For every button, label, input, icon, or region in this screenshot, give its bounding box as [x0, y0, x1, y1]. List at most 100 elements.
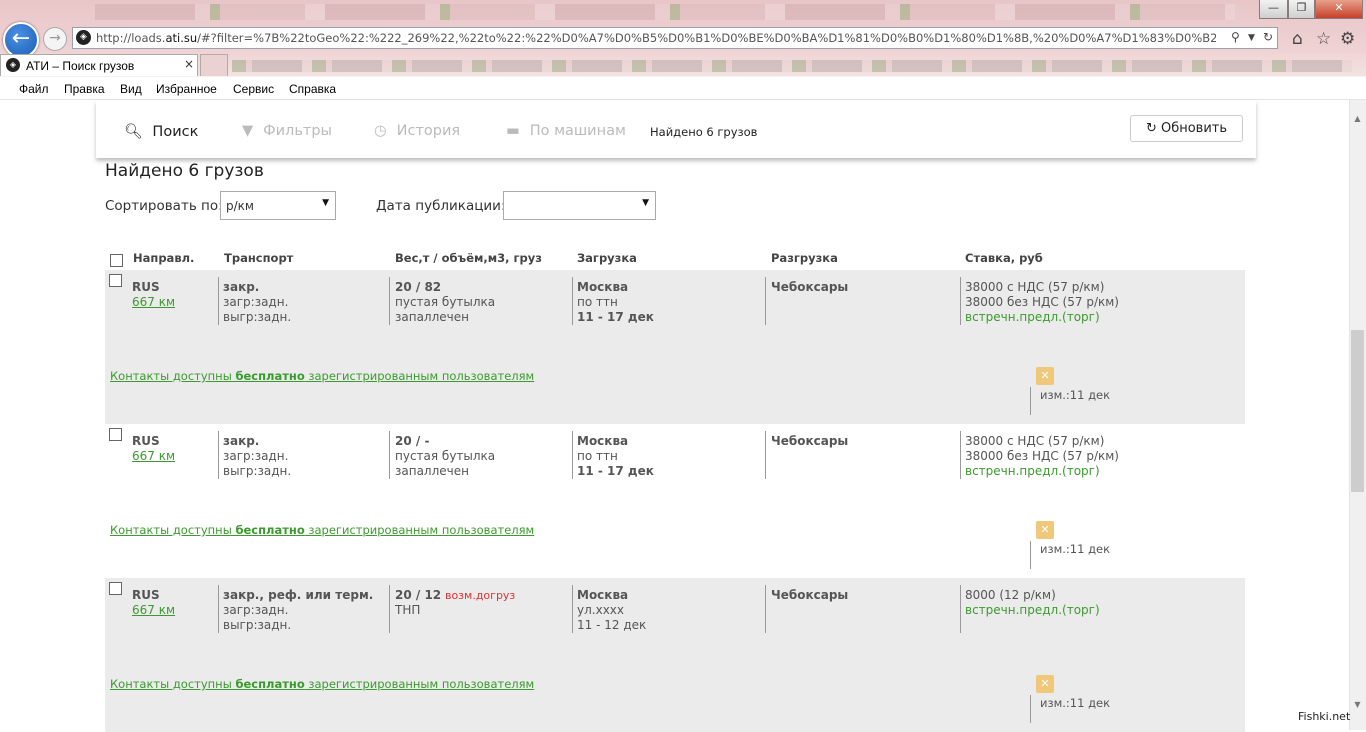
- distance-link[interactable]: 667 км: [132, 449, 175, 464]
- changed-date: изм.:11 дек: [1040, 696, 1111, 710]
- tab-filters[interactable]: ▼ Фильтры: [242, 123, 332, 139]
- rate-cell: 38000 с НДС (57 р/км) 38000 без НДС (57 …: [965, 280, 1119, 325]
- row-checkbox[interactable]: [109, 582, 122, 595]
- contacts-link[interactable]: Контакты доступны бесплатно зарегистриро…: [110, 677, 534, 691]
- url-text: http://loads.ati.su/#?filter=%7B%22toGeo…: [96, 31, 1216, 45]
- sort-select[interactable]: р/км ▼: [220, 191, 336, 220]
- favorites-star-icon[interactable]: ☆: [1316, 29, 1331, 49]
- scrollbar-thumb[interactable]: [1351, 330, 1364, 492]
- load-type: загр:задн.: [223, 449, 289, 463]
- tab-search[interactable]: 🔍︎ Поиск: [124, 123, 198, 140]
- hide-close-icon[interactable]: ✕: [1036, 521, 1054, 539]
- header-direction[interactable]: Направл.: [133, 251, 194, 265]
- tab-by-trucks[interactable]: ▬ По машинам: [506, 123, 626, 139]
- cargo-row: RUS 667 км закр. загр:задн. выгр:задн. 2…: [105, 424, 1245, 578]
- column-divider: [765, 585, 766, 633]
- contacts-link[interactable]: Контакты доступны бесплатно зарегистриро…: [110, 523, 534, 537]
- cargo-row: RUS 667 км закр. загр:задн. выгр:задн. 2…: [105, 270, 1245, 424]
- weight-volume: 20 / -: [395, 434, 430, 448]
- dropdown-icon[interactable]: ▼: [1248, 33, 1255, 43]
- direction-cell: RUS 667 км: [132, 588, 175, 618]
- tab-title: АТИ – Поиск грузов: [26, 59, 135, 73]
- menu-view[interactable]: Вид: [120, 82, 142, 96]
- scroll-up-icon[interactable]: ▲: [1351, 114, 1364, 127]
- column-divider: [218, 277, 219, 325]
- hide-close-icon[interactable]: ✕: [1036, 367, 1054, 385]
- unloading-cell: Чебоксары: [771, 280, 848, 295]
- row-checkbox[interactable]: [109, 428, 122, 441]
- weight-cell: 20 / - пустая бутылка запаллечен: [395, 434, 495, 479]
- close-window-button[interactable]: ✕: [1315, 0, 1363, 19]
- maximize-button[interactable]: ❐: [1288, 0, 1315, 19]
- direction-cell: RUS 667 км: [132, 434, 175, 464]
- menu-bar: Файл Правка Вид Избранное Сервис Справка: [0, 77, 1366, 100]
- header-unloading[interactable]: Разгрузка: [771, 251, 838, 265]
- direction-cell: RUS 667 км: [132, 280, 175, 310]
- address-bar[interactable]: ◈ http://loads.ati.su/#?filter=%7B%22toG…: [72, 27, 1278, 49]
- watermark: Fishki.net: [1298, 710, 1351, 723]
- rate-note: встречн.предл.(торг): [965, 464, 1100, 478]
- rate-without-vat: 38000 без НДС (57 р/км): [965, 449, 1119, 463]
- weight-cell: 20 / 12 возм.догруз ТНП: [395, 588, 515, 618]
- unloading-cell: Чебоксары: [771, 434, 848, 449]
- menu-favorites[interactable]: Избранное: [156, 82, 217, 96]
- loading-city: Москва: [577, 280, 629, 294]
- loading-dates: 11 - 12 дек: [577, 618, 647, 632]
- distance-link[interactable]: 667 км: [132, 295, 175, 310]
- home-icon[interactable]: ⌂: [1292, 29, 1303, 49]
- contacts-link[interactable]: Контакты доступны бесплатно зарегистриро…: [110, 369, 534, 383]
- load-type: загр:задн.: [223, 603, 289, 617]
- divider: [1030, 541, 1031, 569]
- menu-edit[interactable]: Правка: [64, 82, 105, 96]
- direction-country: RUS: [132, 588, 160, 602]
- loading-city: Москва: [577, 588, 629, 602]
- select-all-checkbox[interactable]: [110, 254, 123, 267]
- header-rate[interactable]: Ставка, руб: [965, 251, 1043, 265]
- hide-close-icon[interactable]: ✕: [1036, 675, 1054, 693]
- unloading-city: Чебоксары: [771, 588, 849, 602]
- header-loading[interactable]: Загрузка: [577, 251, 637, 265]
- header-transport[interactable]: Транспорт: [224, 251, 293, 265]
- back-button[interactable]: ←: [3, 22, 39, 58]
- loading-dates: 11 - 17 дек: [577, 310, 654, 324]
- loading-cell: Москва по ттн 11 - 17 дек: [577, 280, 654, 325]
- load-type: загр:задн.: [223, 295, 289, 309]
- cargo-name: ТНП: [395, 603, 421, 617]
- menu-tools[interactable]: Сервис: [233, 82, 274, 96]
- unload-type: выгр:задн.: [223, 464, 292, 478]
- column-divider: [389, 585, 390, 633]
- new-tab-button[interactable]: [200, 54, 228, 76]
- header-weight[interactable]: Вес,т / объём,м3, груз: [395, 251, 542, 265]
- tab-close-icon[interactable]: ×: [184, 57, 194, 71]
- packing: запаллечен: [395, 464, 469, 478]
- background-tabs: [95, 4, 1235, 20]
- minimize-button[interactable]: —: [1259, 0, 1288, 19]
- search-toolbar: 🔍︎ Поиск ▼ Фильтры ◷ История ▬ По машинам На…: [96, 100, 1256, 158]
- column-divider: [389, 277, 390, 325]
- rate-note: встречн.предл.(торг): [965, 310, 1100, 324]
- transport-cell: закр. загр:задн. выгр:задн.: [223, 280, 291, 325]
- settings-gear-icon[interactable]: ⚙: [1340, 29, 1355, 49]
- forward-button[interactable]: →: [43, 27, 67, 51]
- column-divider: [572, 585, 573, 633]
- row-checkbox[interactable]: [109, 274, 122, 287]
- loading-place: по ттн: [577, 295, 618, 309]
- distance-link[interactable]: 667 км: [132, 603, 175, 618]
- transport-type: закр.: [223, 434, 260, 448]
- search-icon[interactable]: ⚲: [1231, 30, 1240, 44]
- unloading-city: Чебоксары: [771, 434, 849, 448]
- sort-label: Сортировать по:: [105, 198, 223, 214]
- scroll-down-icon[interactable]: ▼: [1351, 700, 1364, 713]
- cargo-name: пустая бутылка: [395, 295, 496, 309]
- refresh-button[interactable]: ↻ Обновить: [1130, 115, 1243, 142]
- sort-value: р/км: [226, 199, 254, 213]
- tab-history[interactable]: ◷ История: [374, 123, 460, 139]
- menu-help[interactable]: Справка: [289, 82, 336, 96]
- rate-value: 8000 (12 р/км): [965, 588, 1056, 602]
- date-select[interactable]: ▼: [503, 191, 656, 220]
- refresh-page-icon[interactable]: ↻: [1263, 30, 1273, 44]
- menu-file[interactable]: Файл: [19, 82, 49, 96]
- tab-active[interactable]: ◈ АТИ – Поиск грузов ×: [0, 54, 198, 76]
- transport-cell: закр., реф. или терм. загр:задн. выгр:за…: [223, 588, 373, 633]
- chevron-down-icon: ▼: [322, 198, 329, 208]
